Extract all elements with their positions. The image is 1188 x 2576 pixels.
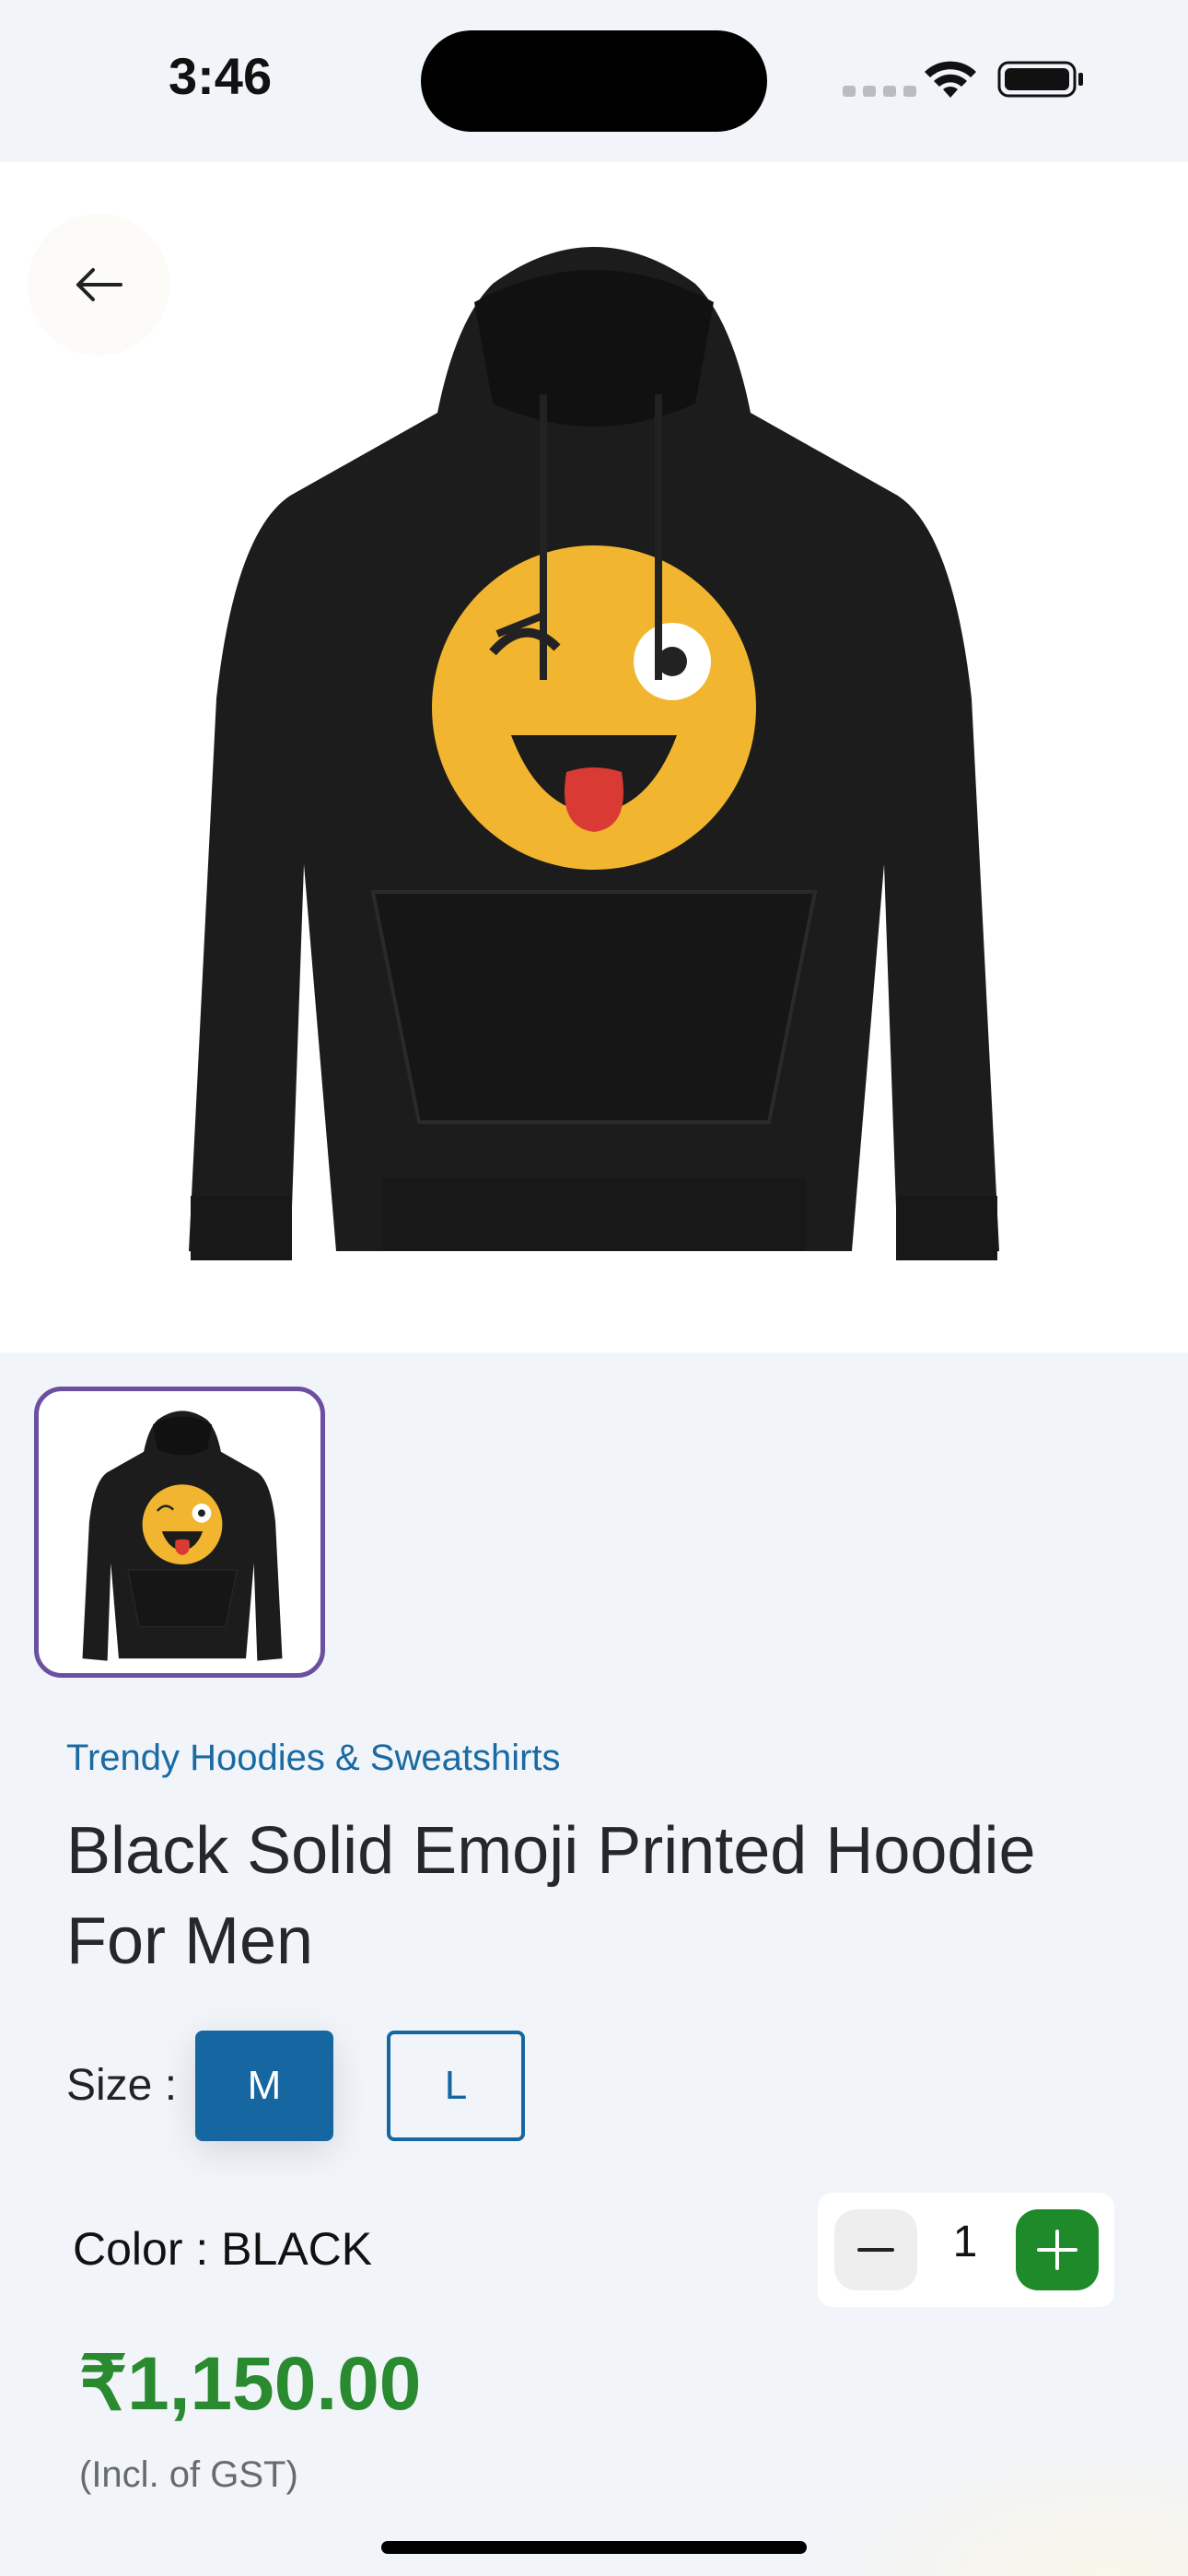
quantity-stepper: 1 bbox=[818, 2193, 1114, 2307]
hoodie-image bbox=[189, 247, 999, 1260]
tax-note: (Incl. of GST) bbox=[79, 2454, 298, 2495]
battery-icon bbox=[997, 61, 1083, 98]
background-glow bbox=[792, 2432, 1188, 2576]
color-label: Color : BLACK bbox=[73, 2223, 373, 2275]
product-title: Black Solid Emoji Printed Hoodie For Men bbox=[66, 1814, 1036, 1978]
thumbnail-selected[interactable] bbox=[34, 1387, 325, 1678]
status-bar: 3:46 bbox=[0, 0, 1188, 162]
back-button[interactable] bbox=[28, 214, 169, 356]
product-category[interactable]: Trendy Hoodies & Sweatshirts bbox=[66, 1738, 561, 1779]
hoodie-thumbnail-image bbox=[82, 1411, 283, 1661]
arrow-left-icon bbox=[76, 268, 122, 301]
cellular-signal-icon bbox=[843, 86, 916, 97]
status-time: 3:46 bbox=[169, 47, 273, 105]
home-indicator[interactable] bbox=[381, 2541, 807, 2554]
product-image bbox=[0, 162, 1188, 1352]
wifi-icon bbox=[925, 61, 976, 98]
quantity-value: 1 bbox=[952, 2218, 978, 2266]
product-price: ₹1,150.00 bbox=[79, 2342, 422, 2426]
increase-quantity-button[interactable] bbox=[1016, 2209, 1099, 2290]
size-option-l[interactable]: L bbox=[387, 2031, 525, 2141]
dynamic-island bbox=[421, 30, 767, 132]
minus-icon bbox=[857, 2248, 894, 2252]
size-option-m[interactable]: M bbox=[195, 2031, 333, 2141]
size-label: Size : bbox=[66, 2061, 178, 2110]
plus-icon bbox=[1037, 2230, 1077, 2270]
decrease-quantity-button[interactable] bbox=[834, 2209, 917, 2290]
